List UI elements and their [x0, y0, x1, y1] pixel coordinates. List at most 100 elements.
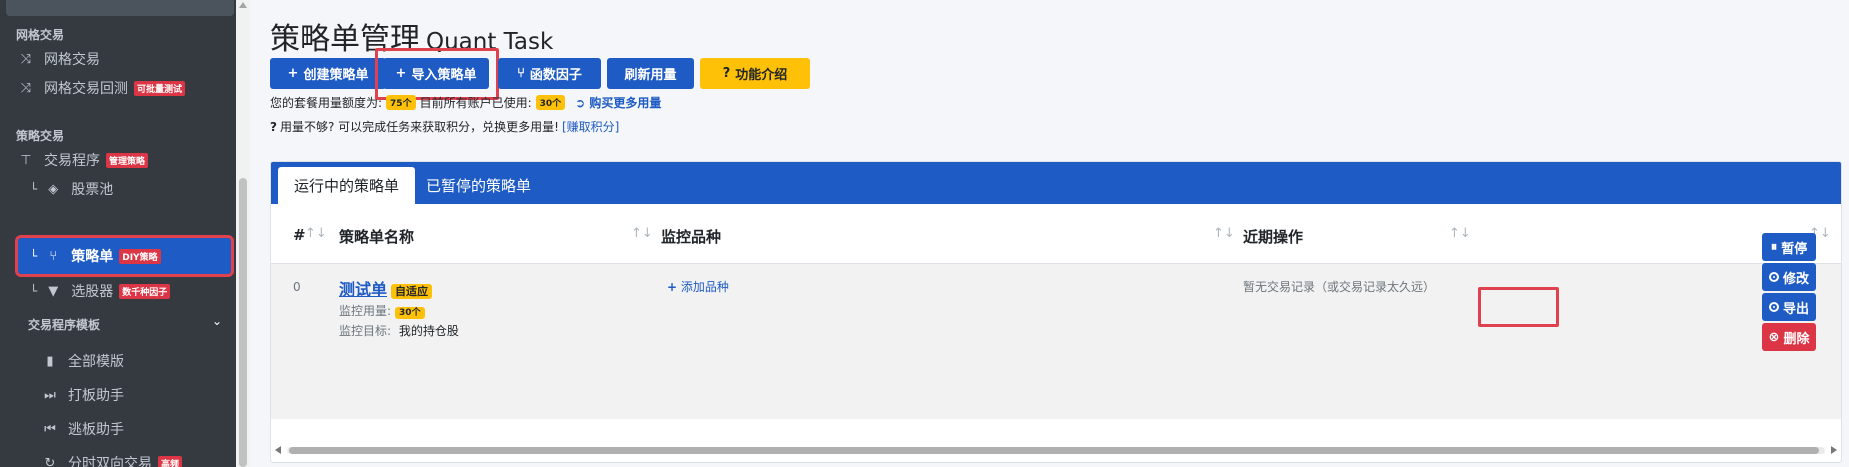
sidebar-item-escape-helper[interactable]: ⏮ 逃板助手: [40, 414, 124, 444]
import-strategy-button[interactable]: + 导入策略单: [383, 58, 489, 89]
chevron-down-icon[interactable]: ⌄: [212, 314, 222, 328]
sort-icon[interactable]: ↑↓: [1449, 226, 1471, 241]
sidebar-item-label: 交易程序: [44, 153, 100, 169]
plus-icon: +: [667, 280, 678, 294]
factor-function-button[interactable]: ⑂ 函数因子: [498, 58, 601, 89]
sidebar-header-strategy: 策略交易: [16, 129, 65, 143]
quota-hint-line: ? 用量不够? 可以完成任务来获取积分，兑换更多用量! [赚取积分]: [270, 118, 619, 135]
sidebar-item-label: 策略单: [71, 249, 114, 265]
sidebar-item-label: 网格交易回测: [44, 81, 128, 97]
question-circle-icon: ?: [722, 66, 731, 81]
sidebar-header-grid: 网格交易: [16, 28, 65, 42]
sidebar-scroll-thumb[interactable]: [239, 178, 247, 467]
column-header-name[interactable]: 策略单名称: [339, 226, 414, 247]
buy-more-label: 购买更多用量: [589, 96, 662, 110]
sidebar-item-intraday-trade[interactable]: ↻ 分时双向交易 高频: [40, 448, 183, 467]
sidebar-item-grid-backtest[interactable]: ⤨ 网格交易回测 可批量测试: [16, 73, 186, 103]
column-header-recent-ops[interactable]: 近期操作: [1243, 226, 1303, 247]
scroll-right-arrow-icon[interactable]: [1831, 446, 1837, 454]
tree-connector: └: [30, 249, 38, 263]
sidebar-item-label: 全部模版: [68, 354, 124, 370]
refresh-label: 刷新用量: [624, 68, 677, 83]
book-icon: ▮: [46, 353, 54, 369]
pause-label: 暂停: [1781, 241, 1808, 257]
delete-label: 删除: [1783, 331, 1810, 347]
sidebar-item-all-templates[interactable]: ▮ 全部模版: [40, 346, 124, 376]
fast-backward-icon: ⏮: [44, 421, 56, 437]
sync-icon: ↻: [44, 455, 56, 467]
create-strategy-button[interactable]: + 创建策略单: [270, 58, 386, 89]
page-subtitle: Quant Task: [426, 29, 554, 55]
sidebar-search-bar[interactable]: [6, 0, 234, 16]
sidebar-badge: 管理策略: [106, 152, 149, 168]
quota-hint: 用量不够? 可以完成任务来获取积分，兑换更多用量!: [279, 120, 559, 134]
sidebar-item-label: 分时双向交易: [68, 456, 152, 467]
question-circle-icon: ?: [270, 119, 277, 134]
export-label: 导出: [1782, 301, 1809, 317]
usage-badge: 30个: [395, 307, 425, 319]
shuffle-icon: ⤨: [20, 80, 32, 96]
pause-button[interactable]: ⏸ 暂停: [1762, 233, 1816, 261]
sidebar-badge: 高频: [158, 455, 183, 467]
quota-prefix: 您的套餐用量额度为:: [270, 96, 383, 110]
sidebar-scrollbar[interactable]: [236, 0, 250, 467]
tree-connector: └: [30, 284, 38, 298]
add-symbol-link[interactable]: + 添加品种: [667, 278, 729, 295]
filter-icon: ▼: [48, 283, 59, 299]
tab-paused[interactable]: 已暂停的策略单: [410, 167, 547, 204]
column-header-symbols[interactable]: 监控品种: [661, 226, 721, 247]
plus-icon: +: [287, 66, 299, 81]
quota-line: 您的套餐用量额度为: 75个 目前所有账户已使用: 30个 ➲ 购买更多用量: [270, 94, 661, 111]
sidebar-item-stock-screener[interactable]: └ ▼ 选股器 数千种因子: [30, 276, 171, 306]
sidebar-item-label: 逃板助手: [68, 422, 124, 438]
delete-button[interactable]: ⊗ 删除: [1762, 323, 1816, 351]
add-symbol-label: 添加品种: [680, 280, 729, 294]
sidebar-item-trading-program[interactable]: ⊤ 交易程序 管理策略: [16, 145, 149, 175]
sort-icon[interactable]: ↑↓: [631, 226, 653, 241]
target-value: 我的持仓股: [398, 324, 459, 338]
arrow-circle-icon: ➲: [575, 96, 586, 110]
sitemap-icon: ⊤: [20, 152, 32, 168]
sidebar-item-board-helper[interactable]: ⏭ 打板助手: [40, 380, 124, 410]
diagram-icon: ⑂: [517, 66, 525, 81]
scroll-up-arrow-icon[interactable]: [239, 2, 247, 8]
sidebar-item-grid-trade[interactable]: ⤨ 网格交易: [16, 44, 100, 74]
tab-running[interactable]: 运行中的策略单: [278, 167, 416, 204]
card-tabs: 运行中的策略单 已暂停的策略单: [271, 162, 1841, 204]
edit-button[interactable]: 修改: [1762, 263, 1816, 291]
table-horizontal-scrollbar[interactable]: [275, 444, 1837, 456]
refresh-usage-button[interactable]: 刷新用量: [607, 58, 694, 89]
tree-connector: └: [30, 182, 38, 196]
strategy-name-link[interactable]: 测试单: [339, 280, 387, 299]
shuffle-icon: ⤨: [20, 51, 32, 67]
scroll-thumb[interactable]: [289, 447, 1819, 454]
intro-label: 功能介绍: [735, 68, 788, 83]
quota-badge: 75个: [386, 95, 416, 110]
feature-intro-button[interactable]: ? 功能介绍: [700, 58, 810, 89]
usage-label: 监控用量:: [339, 304, 392, 318]
usage-line: 监控用量: 30个: [339, 302, 429, 319]
page-title: 策略单管理 Quant Task: [270, 14, 553, 58]
sidebar-item-label: 选股器: [71, 284, 114, 300]
factor-label: 函数因子: [529, 68, 582, 83]
export-button[interactable]: 导出: [1762, 293, 1816, 321]
quota-mid: 目前所有账户已使用:: [419, 96, 532, 110]
buy-more-link[interactable]: ➲ 购买更多用量: [575, 94, 661, 111]
scroll-left-arrow-icon[interactable]: [275, 446, 281, 454]
main-content: 策略单管理 Quant Task + 创建策略单 + 导入策略单 ⑂ 函数因子 刷新用量…: [250, 0, 1849, 467]
sidebar-item-label: 打板助手: [68, 388, 124, 404]
diagram-icon: ⑂: [49, 248, 58, 264]
earn-points-link[interactable]: [赚取积分]: [562, 118, 619, 135]
column-header-index[interactable]: #: [293, 226, 306, 244]
import-label: 导入策略单: [411, 68, 477, 83]
pause-circle-icon: ⏸: [1770, 239, 1778, 255]
fast-forward-icon: ⏭: [44, 387, 56, 403]
sidebar-header-templates[interactable]: 交易程序模板: [28, 316, 100, 333]
sort-icon[interactable]: ↑↓: [1213, 226, 1235, 241]
sidebar-item-strategy-order[interactable]: └ ⑂ 策略单 DIY策略: [30, 241, 161, 271]
used-badge: 30个: [535, 95, 566, 110]
sidebar-item-label: 股票池: [71, 182, 114, 198]
sort-icon[interactable]: ↑↓: [305, 226, 327, 241]
create-label: 创建策略单: [303, 68, 369, 83]
sidebar-item-stock-pool[interactable]: └ ◈ 股票池: [30, 174, 113, 204]
